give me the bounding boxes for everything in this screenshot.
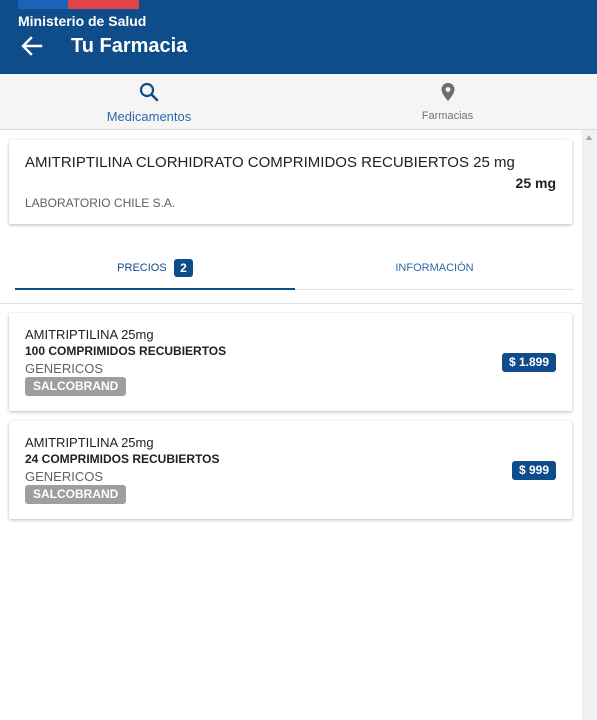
store-badge: SALCOBRAND	[25, 377, 127, 396]
detail-tabs: PRECIOS 2 INFORMACIÓN	[0, 248, 582, 304]
nav-label-medicamentos: Medicamentos	[106, 109, 192, 124]
page-title: Tu Farmacia	[71, 35, 188, 57]
offer-quantity: 24 COMPRIMIDOS RECUBIERTOS	[25, 452, 220, 466]
tab-precios[interactable]: PRECIOS 2	[15, 248, 295, 290]
scroll-up-arrow-icon[interactable]	[586, 135, 592, 140]
flag-stripe-blue	[18, 0, 68, 9]
price-list-item[interactable]: AMITRIPTILINA 25mg 24 COMPRIMIDOS RECUBI…	[9, 421, 572, 519]
scrollbar[interactable]	[582, 130, 597, 720]
product-dose: 25 mg	[515, 175, 556, 191]
flag-stripe-red	[68, 0, 139, 9]
nav-tab-farmacias[interactable]: Farmacias	[298, 74, 597, 130]
app-header: Ministerio de Salud Tu Farmacia	[0, 0, 597, 74]
price-badge[interactable]: $ 999	[511, 461, 556, 480]
ministry-name: Ministerio de Salud	[18, 13, 147, 29]
product-laboratory: LABORATORIO CHILE S.A.	[25, 196, 176, 210]
offer-quantity: 100 COMPRIMIDOS RECUBIERTOS	[25, 344, 227, 358]
nav-label-farmacias: Farmacias	[421, 110, 474, 122]
nav-tab-medicamentos[interactable]: Medicamentos	[0, 74, 298, 130]
main-nav: Medicamentos Farmacias	[0, 74, 597, 130]
offer-product-name: AMITRIPTILINA 25mg	[25, 327, 154, 342]
offer-product-name: AMITRIPTILINA 25mg	[25, 435, 154, 450]
price-badge[interactable]: $ 1.899	[501, 353, 556, 372]
tab-precios-label: PRECIOS	[117, 262, 167, 274]
offer-brand: GENERICOS	[25, 361, 104, 376]
product-card: AMITRIPTILINA CLORHIDRATO COMPRIMIDOS RE…	[9, 140, 572, 224]
location-pin-icon	[437, 81, 459, 103]
offer-brand: GENERICOS	[25, 469, 104, 484]
search-icon	[138, 81, 160, 103]
price-count-badge: 2	[174, 259, 193, 277]
tab-informacion[interactable]: INFORMACIÓN	[295, 248, 574, 290]
store-badge: SALCOBRAND	[25, 485, 127, 504]
price-list-item[interactable]: AMITRIPTILINA 25mg 100 COMPRIMIDOS RECUB…	[9, 313, 572, 411]
back-arrow-icon[interactable]	[20, 35, 44, 57]
tab-informacion-label: INFORMACIÓN	[395, 262, 474, 274]
product-name: AMITRIPTILINA CLORHIDRATO COMPRIMIDOS RE…	[25, 154, 515, 171]
